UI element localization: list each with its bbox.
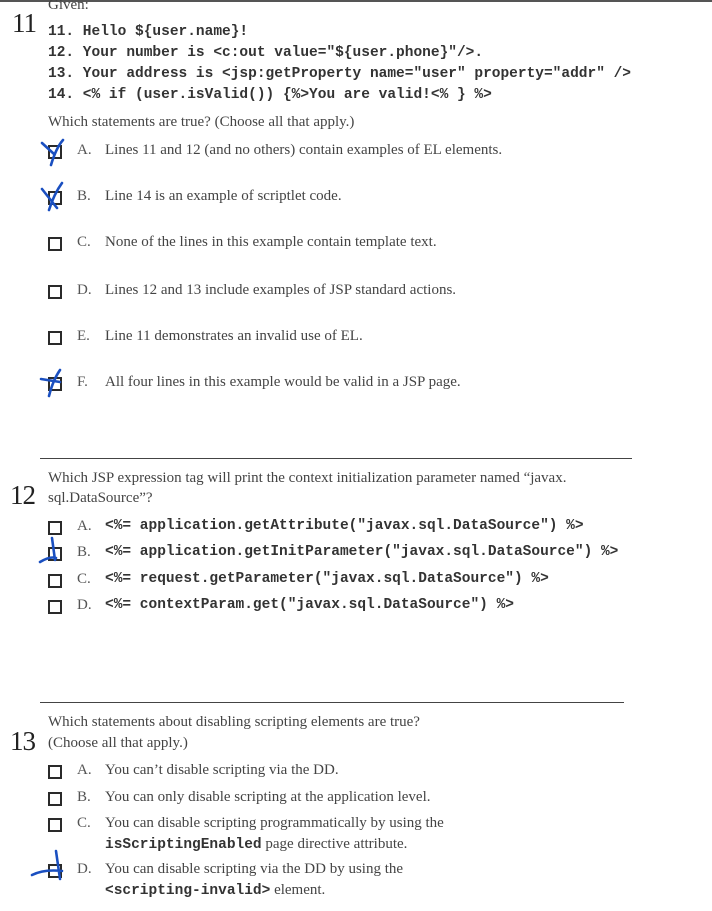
option-text: You can disable scripting via the DD by … — [105, 861, 404, 877]
option-text: Line 14 is an example of scriptlet code. — [105, 188, 342, 204]
option-letter: C. — [77, 571, 91, 587]
question-number: 13 — [10, 726, 36, 756]
option-text: Lines 11 and 12 (and no others) contain … — [105, 142, 503, 158]
checkbox[interactable] — [48, 864, 62, 878]
checkbox[interactable] — [48, 600, 62, 614]
question-text: (Choose all that apply.) — [48, 735, 188, 751]
checkbox[interactable] — [48, 285, 62, 299]
checkbox[interactable] — [48, 191, 62, 205]
question-text: Which statements about disabling scripti… — [48, 714, 420, 730]
question-text: sql.DataSource”? — [48, 490, 153, 506]
code-line: 12. Your number is <c:out value="${user.… — [48, 45, 484, 61]
option-text-line2: isScriptingEnabled page directive attrib… — [105, 835, 407, 853]
option-text-line2: <scripting-invalid> element. — [105, 881, 325, 899]
question-text: Which statements are true? (Choose all t… — [48, 114, 355, 130]
option-text: You can disable scripting programmatical… — [105, 815, 444, 831]
checkbox[interactable] — [48, 331, 62, 345]
option-code: <%= contextParam.get("javax.sql.DataSour… — [105, 597, 514, 613]
option-letter: B. — [77, 188, 91, 204]
code-term: <scripting-invalid> — [105, 883, 271, 899]
option-code: <%= application.getAttribute("javax.sql.… — [105, 518, 584, 534]
checkbox[interactable] — [48, 145, 62, 159]
code-term: isScriptingEnabled — [105, 837, 262, 853]
checkbox[interactable] — [48, 521, 62, 535]
option-text: All four lines in this example would be … — [105, 374, 461, 390]
checkbox[interactable] — [48, 237, 62, 251]
option-code: <%= application.getInitParameter("javax.… — [105, 544, 619, 560]
option-text: element. — [270, 882, 326, 898]
option-letter: A. — [77, 142, 92, 158]
option-letter: B. — [77, 789, 91, 805]
top-border — [0, 0, 712, 2]
checkbox[interactable] — [48, 792, 62, 806]
given-label: Given: — [48, 0, 89, 13]
option-letter: C. — [77, 234, 91, 250]
option-letter: B. — [77, 544, 91, 560]
option-code: <%= request.getParameter("javax.sql.Data… — [105, 571, 549, 587]
checkbox[interactable] — [48, 818, 62, 832]
option-text: None of the lines in this example contai… — [105, 234, 437, 250]
option-letter: A. — [77, 518, 92, 534]
question-number: 12 — [10, 480, 36, 510]
code-line: 13. Your address is <jsp:getProperty nam… — [48, 66, 631, 82]
option-letter: D. — [77, 597, 92, 613]
option-text: You can’t disable scripting via the DD. — [105, 762, 339, 778]
divider — [40, 702, 624, 703]
checkbox[interactable] — [48, 547, 62, 561]
code-line: 11. Hello ${user.name}! — [48, 24, 249, 40]
option-letter: E. — [77, 328, 90, 344]
question-text: Which JSP expression tag will print the … — [48, 470, 567, 486]
option-text: Lines 12 and 13 include examples of JSP … — [105, 282, 457, 298]
option-text: You can only disable scripting at the ap… — [105, 789, 431, 805]
option-text: page directive attribute. — [261, 836, 408, 852]
option-letter: A. — [77, 762, 92, 778]
option-letter: D. — [77, 282, 92, 298]
checkbox[interactable] — [48, 377, 62, 391]
option-letter: C. — [77, 815, 91, 831]
checkbox[interactable] — [48, 765, 62, 779]
checkbox[interactable] — [48, 574, 62, 588]
option-text: Line 11 demonstrates an invalid use of E… — [105, 328, 363, 344]
divider — [40, 458, 632, 459]
question-number: 11 — [12, 8, 37, 38]
option-letter: D. — [77, 861, 92, 877]
code-line: 14. <% if (user.isValid()) {%>You are va… — [48, 87, 492, 103]
option-letter: F. — [77, 374, 88, 390]
